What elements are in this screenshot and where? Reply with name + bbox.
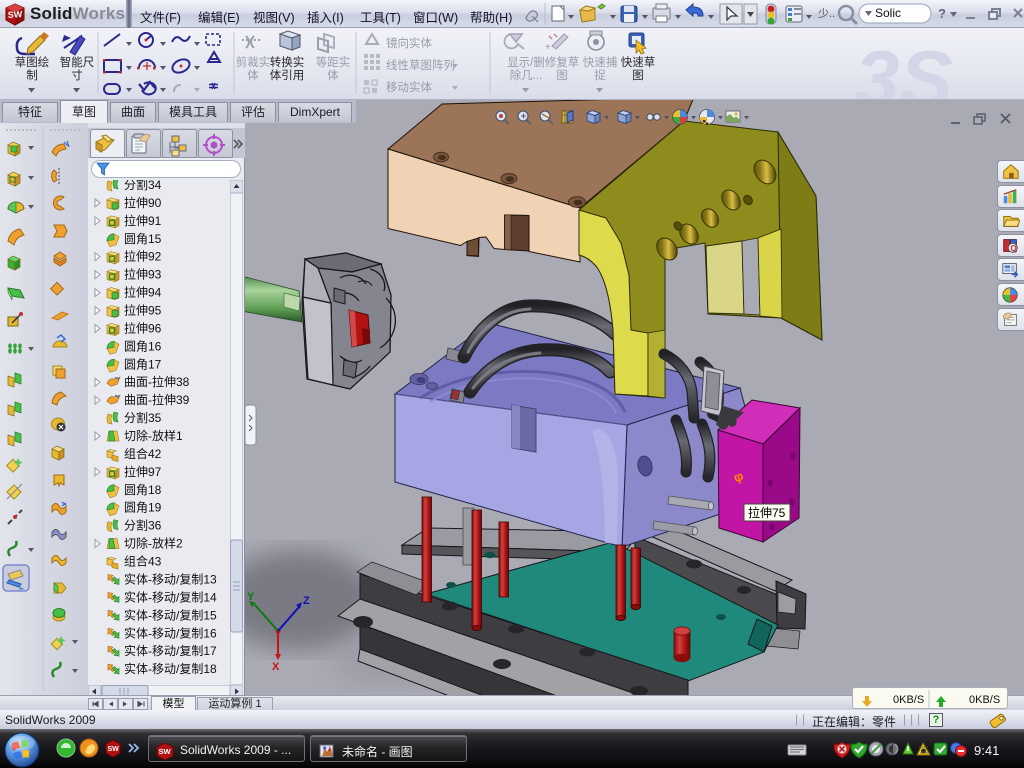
svg-text:X: X [272,661,280,673]
svg-text:组合43: 组合43 [124,554,162,569]
svg-text:拉伸92: 拉伸92 [124,249,162,264]
svg-text:拉伸90: 拉伸90 [124,195,162,210]
svg-text:实体-移动/复制18: 实体-移动/复制18 [124,661,217,676]
svg-text:实体-移动/复制17: 实体-移动/复制17 [124,643,217,658]
svg-text:SW: SW [108,746,120,753]
svg-text:拉伸97: 拉伸97 [124,464,162,479]
svg-text:拉伸96: 拉伸96 [124,320,162,335]
svg-text:切除-放样1: 切除-放样1 [124,428,183,443]
svg-text:Solic: Solic [875,6,901,20]
svg-text:圆角18: 圆角18 [124,483,162,497]
svg-text:?: ? [938,6,946,21]
svg-text:实体-移动/复制13: 实体-移动/复制13 [124,571,217,586]
svg-text:拉伸93: 拉伸93 [124,267,162,282]
svg-text:SW: SW [159,747,172,756]
svg-text:3S: 3S [855,34,953,99]
svg-text:分割35: 分割35 [124,410,162,425]
svg-text:少..: 少.. [818,7,835,20]
svg-text:实体-移动/复制14: 实体-移动/复制14 [124,589,217,604]
svg-text:切除-放样2: 切除-放样2 [124,536,183,551]
svg-text:Q: Q [1011,244,1017,253]
svg-text:拉伸91: 拉伸91 [124,213,162,228]
svg-text:圆角15: 圆角15 [124,232,162,246]
svg-text:实体-移动/复制15: 实体-移动/复制15 [124,607,217,622]
svg-text:圆角17: 圆角17 [124,357,162,371]
svg-text:分割36: 分割36 [124,518,162,533]
svg-text:圆角19: 圆角19 [124,501,162,515]
svg-text:SW: SW [7,9,23,20]
svg-text:Y: Y [247,591,255,603]
svg-text:实体-移动/复制16: 实体-移动/复制16 [124,625,217,640]
svg-text:分割34: 分割34 [124,180,162,192]
svg-text:Z: Z [303,595,310,607]
svg-text:+: + [545,42,551,53]
svg-text:0KB/S: 0KB/S [893,694,924,706]
svg-text:0KB/S: 0KB/S [969,694,1000,706]
svg-text:拉伸94: 拉伸94 [124,285,162,300]
svg-text:曲面-拉伸39: 曲面-拉伸39 [124,392,190,407]
svg-text:组合42: 组合42 [124,446,162,461]
svg-text:圆角16: 圆角16 [124,339,162,353]
svg-text:9:41: 9:41 [974,743,999,758]
svg-text:拉伸95: 拉伸95 [124,303,162,318]
svg-text:曲面-拉伸38: 曲面-拉伸38 [124,374,190,389]
svg-text:拉伸75: 拉伸75 [748,505,786,520]
